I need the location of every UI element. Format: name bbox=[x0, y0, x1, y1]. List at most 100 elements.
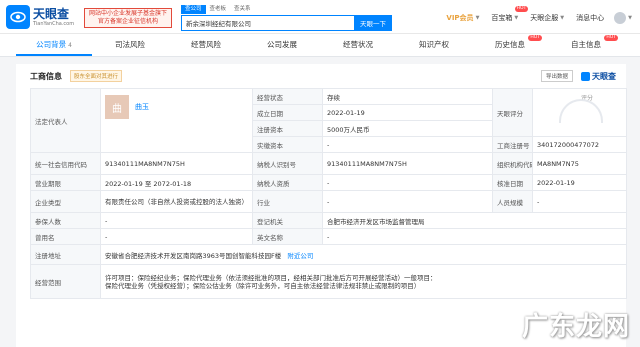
reg-no-label: 工商注册号 bbox=[492, 136, 533, 153]
tab-label: 公司背景 bbox=[36, 40, 67, 49]
section-title: 工商信息 bbox=[30, 71, 62, 81]
top-nav: VIP会员 ▼ 百宝箱 ▼ HOT 天眼企服 ▼ 消息中心 ▼ bbox=[434, 6, 632, 24]
company-tabs: 公司背景 4 司法风险 经营风险 公司发展 经营状况 知识产权 历史信息 HOT … bbox=[0, 34, 640, 57]
capital-value: 5000万人民币 bbox=[322, 120, 493, 137]
authority-value: 合肥市经济开发区市场监督管理局 bbox=[322, 212, 627, 229]
brand-url: TianYanCha.com bbox=[33, 21, 75, 27]
section-tag[interactable]: 股东全面对其进行 bbox=[70, 70, 123, 82]
score-gauge bbox=[559, 99, 603, 123]
vip-link[interactable]: VIP会员 ▼ bbox=[446, 13, 479, 23]
search-tab-boss[interactable]: 查老板 bbox=[206, 5, 231, 14]
term-label: 营业期限 bbox=[30, 174, 101, 191]
type-value: 有限责任公司（非自然人投资或控股的法人独资） bbox=[100, 190, 253, 213]
staff-label: 人员规模 bbox=[492, 190, 533, 213]
section-brand-label: 天眼查 bbox=[592, 71, 616, 81]
tab-history[interactable]: 历史信息 HOT bbox=[472, 34, 548, 56]
export-data-button[interactable]: 导出数据 bbox=[540, 70, 573, 82]
user-avatar[interactable] bbox=[614, 12, 627, 24]
search-input[interactable] bbox=[181, 15, 354, 31]
tab-ip[interactable]: 知识产权 bbox=[396, 34, 472, 56]
brand-logo[interactable]: 天眼查 TianYanCha.com bbox=[6, 5, 74, 29]
legal-rep-avatar[interactable]: 曲 bbox=[105, 95, 129, 119]
approved-label: 核准日期 bbox=[492, 174, 533, 191]
taxid-value: 91340111MA8NM7N75H bbox=[322, 152, 493, 175]
tab-count: 4 bbox=[68, 42, 72, 49]
top-bar: 天眼查 TianYanCha.com 网站中小企业发展子基金旗下 官方备案企业征… bbox=[0, 0, 640, 34]
scope-line-2: 保险代理业务（凭授权经营）；保险公估业务（除许可业务外，可自主依法经营法律法规非… bbox=[105, 281, 421, 290]
search-button[interactable]: 天眼一下 bbox=[354, 15, 392, 31]
capital-label: 注册资本 bbox=[252, 120, 323, 137]
english-name-label: 英文名称 bbox=[252, 228, 323, 245]
business-info-section: 工商信息 股东全面对其进行 导出数据 天眼查 法定代表人 曲 曲玉 经营状态 存… bbox=[16, 64, 627, 347]
toolbox-label: 百宝箱 bbox=[491, 14, 513, 22]
industry-label: 行业 bbox=[252, 190, 323, 213]
tab-development[interactable]: 公司发展 bbox=[244, 34, 320, 56]
taxid-label: 纳税人识别号 bbox=[252, 152, 323, 175]
tab-judicial-risk[interactable]: 司法风险 bbox=[92, 34, 168, 56]
hot-badge: HOT bbox=[604, 35, 618, 41]
message-center-label: 消息中心 bbox=[576, 14, 605, 22]
industry-value: - bbox=[322, 190, 493, 213]
chevron-down-icon: ▼ bbox=[475, 15, 480, 21]
chevron-down-icon: ▼ bbox=[514, 15, 519, 21]
scope-cell: 许可项目：保险经纪业务；保险代理业务（依法须经批准的项目，经相关部门批准后方可开… bbox=[100, 264, 627, 299]
enterprise-service-link[interactable]: 天眼企服 ▼ bbox=[530, 13, 564, 23]
chevron-down-icon[interactable]: ▼ bbox=[628, 15, 632, 21]
status-label: 经营状态 bbox=[252, 88, 323, 105]
type-label: 企业类型 bbox=[30, 190, 101, 213]
english-name-value: - bbox=[322, 228, 627, 245]
legal-rep-name[interactable]: 曲玉 bbox=[135, 102, 149, 112]
promo-line-2: 官方备案企业征信机构 bbox=[97, 18, 158, 25]
search-area: 查公司 查老板 查关系 天眼一下 bbox=[181, 5, 392, 31]
nearby-companies-link[interactable]: 附近公司 bbox=[287, 252, 313, 260]
tab-label: 知识产权 bbox=[419, 40, 449, 49]
section-brand: 天眼查 bbox=[581, 71, 616, 82]
address-value: 安徽省合肥经济技术开发区南岗路3963号国创智能科技园F楼 bbox=[105, 251, 282, 260]
former-name-value: - bbox=[100, 228, 253, 245]
promo-banner[interactable]: 网站中小企业发展子基金旗下 官方备案企业征信机构 bbox=[84, 8, 172, 28]
credit-code-value: 91340111MA8NM7N75H bbox=[100, 152, 253, 175]
search-tab-relation[interactable]: 查关系 bbox=[230, 5, 255, 14]
former-name-label: 曾用名 bbox=[30, 228, 101, 245]
promo-line-1: 网站中小企业发展子基金旗下 bbox=[88, 10, 167, 17]
founded-label: 成立日期 bbox=[252, 104, 323, 121]
tab-operations[interactable]: 经营状况 bbox=[320, 34, 396, 56]
paid-capital-value: - bbox=[322, 136, 493, 153]
vip-label: VIP会员 bbox=[446, 14, 474, 22]
tab-label: 经营风险 bbox=[191, 40, 221, 49]
eye-logo-icon bbox=[6, 5, 30, 29]
org-code-value: MA8NM7N75 bbox=[532, 152, 627, 175]
tab-label: 自主信息 bbox=[571, 40, 601, 49]
search-tab-company[interactable]: 查公司 bbox=[181, 5, 206, 14]
eye-logo-icon bbox=[581, 71, 590, 81]
scope-line-1: 许可项目：保险经纪业务；保险代理业务（依法须经批准的项目，经相关部门批准后方可开… bbox=[105, 273, 437, 282]
reg-no-value: 340172000477072 bbox=[532, 136, 627, 153]
taxpayer-value: - bbox=[322, 174, 493, 191]
address-cell: 安徽省合肥经济技术开发区南岗路3963号国创智能科技园F楼 附近公司 bbox=[100, 244, 627, 265]
approved-value: 2022-01-19 bbox=[532, 174, 627, 191]
insured-value: - bbox=[100, 212, 253, 229]
term-value: 2022-01-19 至 2072-01-18 bbox=[100, 174, 253, 191]
tab-label: 司法风险 bbox=[115, 40, 145, 49]
scope-label: 经营范围 bbox=[30, 264, 101, 299]
staff-value: - bbox=[532, 190, 627, 213]
hot-badge: HOT bbox=[528, 35, 542, 41]
tab-self-info[interactable]: 自主信息 HOT bbox=[548, 34, 624, 56]
toolbox-link[interactable]: 百宝箱 ▼ HOT bbox=[491, 6, 529, 23]
authority-label: 登记机关 bbox=[252, 212, 323, 229]
tab-business-risk[interactable]: 经营风险 bbox=[168, 34, 244, 56]
address-label: 注册地址 bbox=[30, 244, 101, 265]
brand-name: 天眼查 bbox=[33, 7, 70, 21]
tab-label: 历史信息 bbox=[495, 40, 525, 49]
enterprise-service-label: 天眼企服 bbox=[530, 14, 559, 22]
tab-company-background[interactable]: 公司背景 4 bbox=[16, 34, 92, 56]
legal-rep-cell: 曲 曲玉 bbox=[100, 88, 253, 153]
watermark: 广东龙网 bbox=[521, 312, 630, 342]
paid-capital-label: 实缴资本 bbox=[252, 136, 323, 153]
message-center-link[interactable]: 消息中心 bbox=[576, 13, 604, 23]
tab-label: 公司发展 bbox=[267, 40, 297, 49]
hot-badge: HOT bbox=[514, 6, 529, 12]
taxpayer-label: 纳税人资质 bbox=[252, 174, 323, 191]
insured-label: 参保人数 bbox=[30, 212, 101, 229]
score-cell: 评分 bbox=[532, 88, 627, 137]
